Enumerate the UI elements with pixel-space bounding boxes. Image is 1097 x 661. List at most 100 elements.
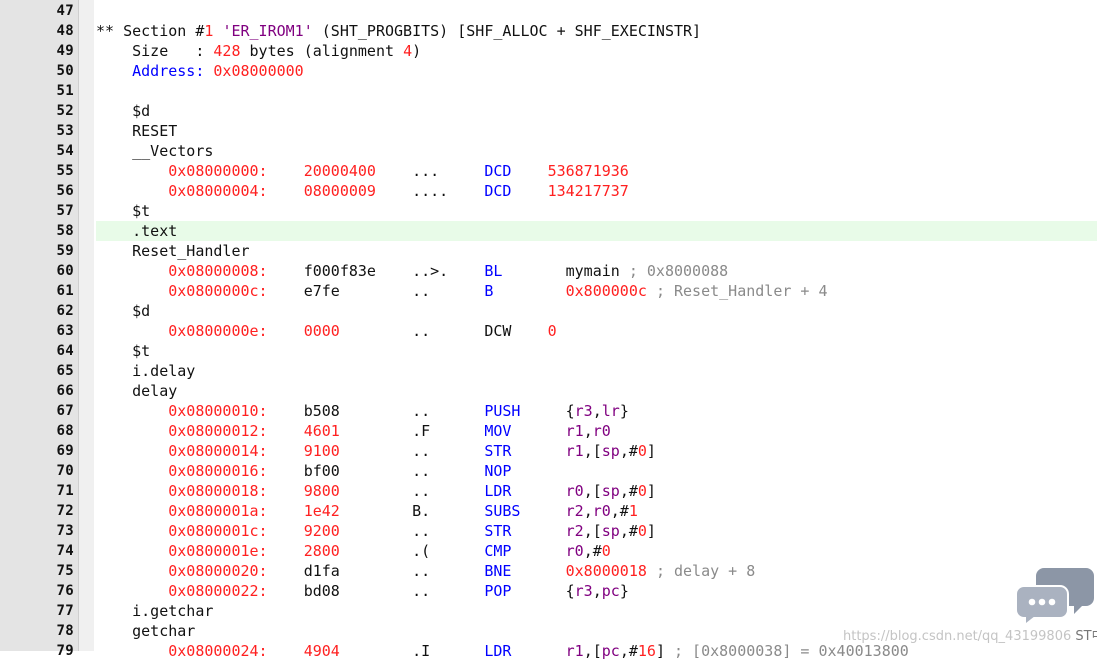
code-token: .text <box>96 222 178 240</box>
code-token: 0 <box>637 522 647 540</box>
watermark-url: https://blog.csdn.net/qq_43199806 <box>843 629 1072 644</box>
code-token: f000f83e ..>. <box>267 262 485 280</box>
line-number: 52 <box>56 103 74 119</box>
code-line[interactable]: 47 <box>0 1 1097 21</box>
code-line[interactable]: 59 Reset_Handler <box>0 241 1097 261</box>
code-token: r0 <box>592 422 611 440</box>
code-line[interactable]: 54 __Vectors <box>0 141 1097 161</box>
line-number: 63 <box>56 323 74 339</box>
line-number: 55 <box>56 163 74 179</box>
code-text: 0x08000008: f000f83e ..>. BL mymain ; 0x… <box>96 261 1097 281</box>
line-number: 65 <box>56 363 74 379</box>
code-token: i.getchar <box>96 602 214 620</box>
code-line[interactable]: 71 0x08000018: 9800 .. LDR r0,[sp,#0] <box>0 481 1097 501</box>
code-token: ... <box>375 162 485 180</box>
code-line[interactable]: 72 0x0800001a: 1e42 B. SUBS r2,r0,#1 <box>0 501 1097 521</box>
code-token: delay <box>96 382 178 400</box>
code-token: ] <box>646 522 656 540</box>
code-line[interactable]: 63 0x0800000e: 0000 .. DCW 0 <box>0 321 1097 341</box>
code-line[interactable]: 66 delay <box>0 381 1097 401</box>
code-line[interactable]: 67 0x08000010: b508 .. PUSH {r3,lr} <box>0 401 1097 421</box>
line-number: 62 <box>56 303 74 319</box>
code-token: ,[ <box>583 522 602 540</box>
code-line[interactable]: 65 i.delay <box>0 361 1097 381</box>
line-number: 79 <box>56 643 74 659</box>
code-text: 0x08000024: 4904 .I LDR r1,[pc,#16] ; [0… <box>96 641 1097 661</box>
code-token: 0000 <box>303 322 340 340</box>
code-token: lr <box>601 402 620 420</box>
code-line[interactable]: 77 i.getchar <box>0 601 1097 621</box>
code-line[interactable]: 73 0x0800001c: 9200 .. STR r2,[sp,#0] <box>0 521 1097 541</box>
line-number: 77 <box>56 603 74 619</box>
code-line[interactable]: 69 0x08000014: 9100 .. STR r1,[sp,#0] <box>0 441 1097 461</box>
code-token: } <box>619 582 629 600</box>
code-token: 0x0800000e: <box>168 322 268 340</box>
code-line[interactable]: 75 0x08000020: d1fa .. BNE 0x8000018 ; d… <box>0 561 1097 581</box>
code-line[interactable]: 61 0x0800000c: e7fe .. B 0x800000c ; Res… <box>0 281 1097 301</box>
code-text: Address: 0x08000000 <box>96 61 1097 81</box>
code-token: 0x08000020: <box>168 562 268 580</box>
code-line[interactable]: 79 0x08000024: 4904 .I LDR r1,[pc,#16] ;… <box>0 641 1097 661</box>
code-line[interactable]: 49 Size : 428 bytes (alignment 4) <box>0 41 1097 61</box>
code-line[interactable]: 76 0x08000022: bd08 .. POP {r3,pc} <box>0 581 1097 601</box>
line-number: 76 <box>56 583 74 599</box>
chat-bubbles-icon <box>1015 568 1094 626</box>
line-number: 59 <box>56 243 74 259</box>
code-token: .. <box>339 482 485 500</box>
code-token: ,# <box>610 502 629 520</box>
code-line[interactable]: 55 0x08000000: 20000400 ... DCD 53687193… <box>0 161 1097 181</box>
line-number: 48 <box>56 23 74 39</box>
code-token: r3 <box>574 582 593 600</box>
code-text: 0x0800001e: 2800 .( CMP r0,#0 <box>96 541 1097 561</box>
line-number: 72 <box>56 503 74 519</box>
code-token: 'ER_IROM1' <box>222 22 313 40</box>
code-token: 2800 <box>303 542 340 560</box>
code-line[interactable]: 57 $t <box>0 201 1097 221</box>
code-token: 9200 <box>303 522 340 540</box>
code-line[interactable]: 64 $t <box>0 341 1097 361</box>
line-number: 70 <box>56 463 74 479</box>
code-token: 0x08000008: <box>168 262 268 280</box>
code-text: 0x08000014: 9100 .. STR r1,[sp,#0] <box>96 441 1097 461</box>
disassembly-editor[interactable]: 47 48 ** Section #1 'ER_IROM1' (SHT_PROGBI… <box>0 0 1097 660</box>
code-line[interactable]: 48 ** Section #1 'ER_IROM1' (SHT_PROGBITS… <box>0 21 1097 41</box>
code-line[interactable]: 56 0x08000004: 08000009 .... DCD 1342177… <box>0 181 1097 201</box>
line-number: 51 <box>56 83 74 99</box>
code-line[interactable]: 52 $d <box>0 101 1097 121</box>
code-token: SUBS <box>484 502 521 520</box>
line-number: 50 <box>56 63 74 79</box>
code-token: } <box>619 402 629 420</box>
code-token: 0x08000000: <box>168 162 268 180</box>
code-line[interactable]: 62 $d <box>0 301 1097 321</box>
code-line[interactable]: 74 0x0800001e: 2800 .( CMP r0,#0 <box>0 541 1097 561</box>
code-token: r0 <box>565 542 584 560</box>
code-token: { <box>511 582 575 600</box>
code-token: getchar <box>96 622 196 640</box>
code-line[interactable]: 68 0x08000012: 4601 .F MOV r1,r0 <box>0 421 1097 441</box>
code-text: 0x08000010: b508 .. PUSH {r3,lr} <box>96 401 1097 421</box>
code-token: .I <box>339 642 485 660</box>
code-line[interactable]: 70 0x08000016: bf00 .. NOP <box>0 461 1097 481</box>
code-line[interactable]: 58 .text <box>0 221 1097 241</box>
watermark-text: https://blog.csdn.net/qq_43199806 ST中文论坛 <box>843 625 1097 644</box>
code-line[interactable]: 50 Address: 0x08000000 <box>0 61 1097 81</box>
code-line[interactable]: 51 <box>0 81 1097 101</box>
code-text: Size : 428 bytes (alignment 4) <box>96 41 1097 61</box>
code-line[interactable]: 53 RESET <box>0 121 1097 141</box>
code-token: 0x08000004: <box>168 182 268 200</box>
code-line[interactable]: 60 0x08000008: f000f83e ..>. BL mymain ;… <box>0 261 1097 281</box>
line-number: 56 <box>56 183 74 199</box>
